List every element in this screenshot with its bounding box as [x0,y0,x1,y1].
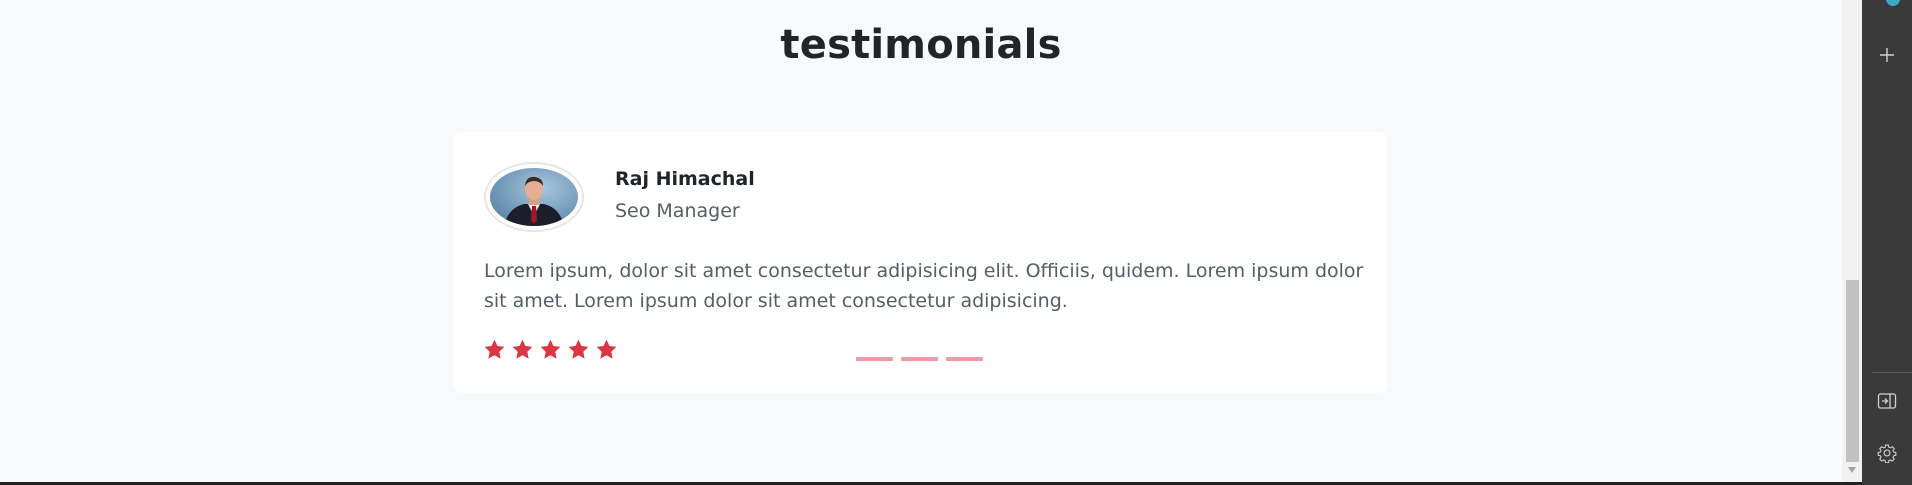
star-icon [484,339,505,359]
testimonial-name: Raj Himachal [615,168,755,190]
star-rating [483,338,618,361]
section-title: testimonials [780,22,1062,68]
page: testimonials Raj Himachal Seo Manager Lo… [0,0,1842,482]
avatar [484,162,584,232]
carousel-indicator-3[interactable] [946,357,983,361]
panel-toggle-button[interactable] [1862,381,1912,421]
star-icon [568,339,589,359]
browser-side-panel [1862,0,1912,485]
star-icon [512,339,533,359]
testimonial-quote: Lorem ipsum, dolor sit amet consectetur … [484,260,1364,312]
star-icon [540,339,561,359]
scroll-down-arrow-icon[interactable] [1848,467,1856,473]
testimonial-role: Seo Manager [615,200,740,222]
carousel-indicator-1[interactable] [856,357,893,361]
settings-button[interactable] [1862,433,1912,473]
add-button[interactable] [1862,35,1912,75]
settings-icon [1877,444,1897,463]
scrollbar-thumb[interactable] [1846,280,1859,462]
carousel-indicator-2[interactable] [901,357,938,361]
carousel-indicators [856,357,983,361]
star-icon [596,339,617,359]
avatar-photo [490,168,578,226]
panel-toggle-icon [1877,393,1897,409]
testimonial-card: Raj Himachal Seo Manager Lorem ipsum, do… [454,132,1387,393]
vertical-scrollbar[interactable] [1842,0,1862,482]
side-panel-divider [1872,372,1912,373]
plus-icon [1880,48,1894,62]
